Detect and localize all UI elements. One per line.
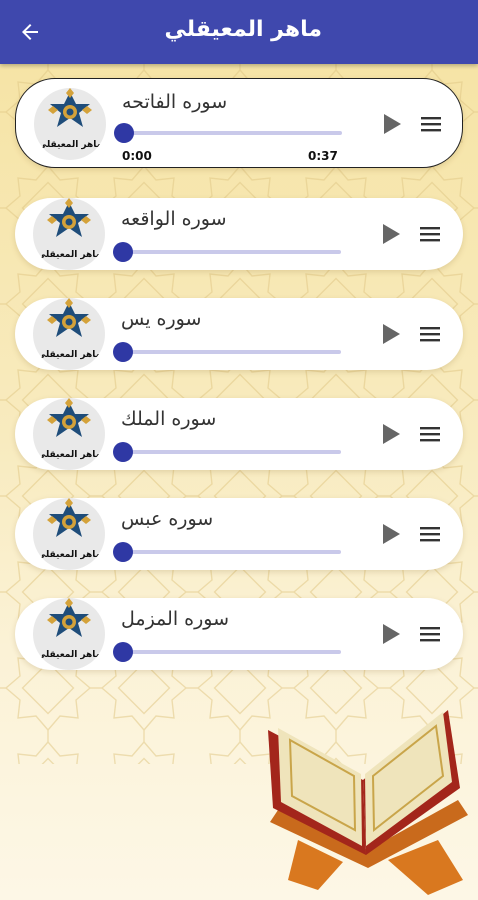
seek-handle[interactable] [113,342,133,362]
seek-handle[interactable] [113,542,133,562]
avatar-caption: ماهر المعيقلي [36,250,102,260]
reciter-avatar: ماهر المعيقلي [33,298,105,370]
surah-name: سوره عبس [121,508,214,530]
page-title: ماهر المعيقلي [164,17,322,42]
reciter-avatar: ماهر المعيقلي [33,498,105,570]
avatar-caption: ماهر المعيقلي [37,140,103,150]
surah-name: سوره الواقعه [121,208,227,230]
play-icon[interactable] [381,623,401,645]
play-icon[interactable] [382,113,402,135]
avatar-caption: ماهر المعيقلي [36,650,102,660]
track-card[interactable]: ماهر المعيقلي سوره الفاتحه 0:00 0:37 [15,78,463,168]
seek-bar[interactable] [123,450,341,454]
seek-bar[interactable] [123,350,341,354]
quran-illustration [268,710,468,895]
avatar-caption: ماهر المعيقلي [36,550,102,560]
play-icon[interactable] [381,223,401,245]
reciter-avatar: ماهر المعيقلي [34,88,106,160]
seek-bar[interactable] [123,250,341,254]
seek-bar[interactable] [123,650,341,654]
seek-bar[interactable] [124,131,342,135]
menu-icon[interactable] [418,424,442,444]
menu-icon[interactable] [418,624,442,644]
avatar-caption: ماهر المعيقلي [36,450,102,460]
current-time: 0:00 [122,149,152,163]
avatar-caption: ماهر المعيقلي [36,350,102,360]
app-bar: ماهر المعيقلي [0,0,478,64]
seek-handle[interactable] [113,442,133,462]
seek-bar[interactable] [123,550,341,554]
track-card[interactable]: ماهر المعيقلي سوره الملك [15,398,463,470]
seek-handle[interactable] [113,642,133,662]
seek-handle[interactable] [114,123,134,143]
reciter-avatar: ماهر المعيقلي [33,398,105,470]
menu-icon[interactable] [418,224,442,244]
track-card[interactable]: ماهر المعيقلي سوره عبس [15,498,463,570]
reciter-avatar: ماهر المعيقلي [33,198,105,270]
surah-name: سوره الفاتحه [122,91,228,113]
back-button[interactable] [14,16,46,48]
play-icon[interactable] [381,423,401,445]
menu-icon[interactable] [418,324,442,344]
duration: 0:37 [308,149,338,163]
track-card[interactable]: ماهر المعيقلي سوره الواقعه [15,198,463,270]
surah-name: سوره يس [121,308,202,330]
surah-name: سوره الملك [121,408,217,430]
menu-icon[interactable] [419,114,443,134]
play-icon[interactable] [381,323,401,345]
menu-icon[interactable] [418,524,442,544]
surah-name: سوره المزمل [121,608,230,630]
reciter-avatar: ماهر المعيقلي [33,598,105,670]
track-card[interactable]: ماهر المعيقلي سوره المزمل [15,598,463,670]
track-card[interactable]: ماهر المعيقلي سوره يس [15,298,463,370]
seek-handle[interactable] [113,242,133,262]
play-icon[interactable] [381,523,401,545]
arrow-left-icon [22,24,38,40]
